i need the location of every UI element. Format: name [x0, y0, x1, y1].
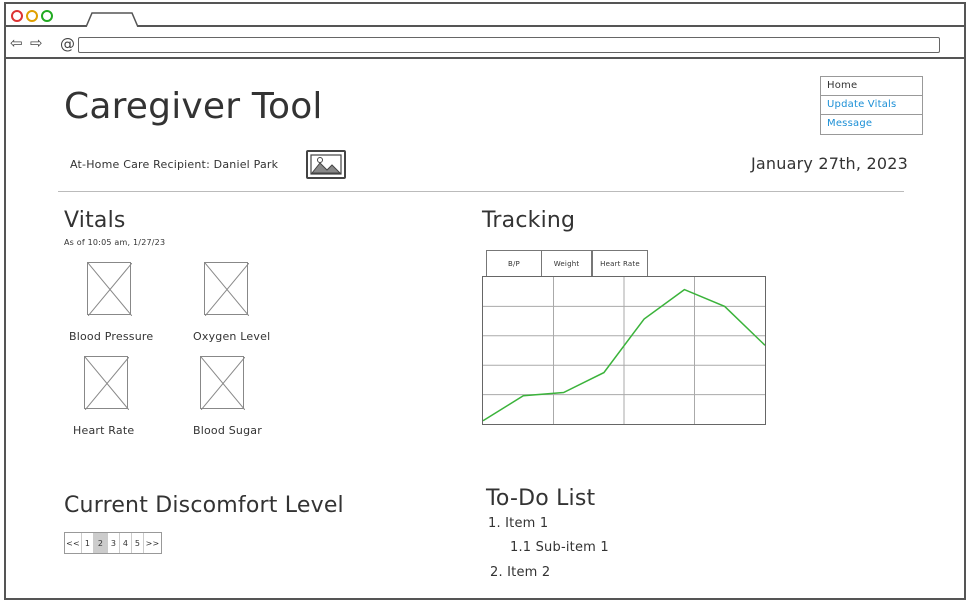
forward-arrow-icon[interactable]: ⇨ [30, 34, 43, 52]
pager-prev-button[interactable]: << [65, 533, 82, 553]
todo-item-1: 1. Item 1 [488, 516, 549, 531]
discomfort-heading: Current Discomfort Level [64, 493, 344, 518]
oxygen-level-placeholder-image [204, 262, 249, 316]
tab-bp[interactable]: B/P [486, 250, 542, 276]
vital-label-heart-rate: Heart Rate [73, 424, 135, 437]
vitals-timestamp: As of 10:05 am, 1/27/23 [64, 238, 166, 247]
header-divider [58, 191, 904, 192]
pager-page-3[interactable]: 3 [108, 533, 120, 553]
maximize-window-icon[interactable] [41, 10, 53, 22]
tab-weight[interactable]: Weight [542, 250, 592, 276]
tracking-chart [482, 276, 766, 425]
pager-page-4[interactable]: 4 [120, 533, 132, 553]
vitals-heading: Vitals [64, 208, 126, 233]
tracking-heading: Tracking [482, 208, 576, 233]
back-arrow-icon[interactable]: ⇦ [10, 34, 23, 52]
tab-heart-rate[interactable]: Heart Rate [592, 250, 648, 276]
nav-item-home[interactable]: Home [821, 77, 922, 96]
url-input[interactable] [78, 37, 940, 53]
vital-label-blood-pressure: Blood Pressure [69, 330, 154, 343]
page-title: Caregiver Tool [64, 86, 323, 127]
pager-next-button[interactable]: >> [144, 533, 161, 553]
current-date: January 27th, 2023 [750, 154, 908, 173]
close-window-icon[interactable] [11, 10, 23, 22]
tracking-chart-svg [482, 277, 766, 424]
image-icon [310, 154, 342, 175]
recipient-photo [306, 150, 346, 179]
care-recipient-label: At-Home Care Recipient: Daniel Park [70, 158, 279, 171]
nav-item-message[interactable]: Message [821, 115, 922, 134]
heart-rate-placeholder-image [84, 356, 129, 410]
browser-titlebar [6, 4, 964, 27]
browser-addressbar: ⇦ ⇨ @ [6, 29, 964, 59]
reload-icon[interactable]: @ [60, 35, 75, 53]
nav-item-update-vitals[interactable]: Update Vitals [821, 96, 922, 115]
browser-tab[interactable] [86, 12, 138, 27]
pager-page-2[interactable]: 2 [94, 533, 108, 553]
tracking-tabs: B/P Weight Heart Rate [486, 250, 648, 276]
todo-subitem-1-1: 1.1 Sub-item 1 [510, 540, 609, 555]
nav-menu: Home Update Vitals Message [820, 76, 923, 135]
discomfort-level-pager: << 1 2 3 4 5 >> [64, 532, 162, 554]
vital-label-oxygen-level: Oxygen Level [193, 330, 271, 343]
pager-page-1[interactable]: 1 [82, 533, 94, 553]
vital-label-blood-sugar: Blood Sugar [193, 424, 262, 437]
pager-page-5[interactable]: 5 [132, 533, 144, 553]
minimize-window-icon[interactable] [26, 10, 38, 22]
blood-sugar-placeholder-image [200, 356, 245, 410]
todo-item-2: 2. Item 2 [490, 565, 551, 580]
todo-heading: To-Do List [486, 486, 596, 511]
blood-pressure-placeholder-image [87, 262, 132, 316]
